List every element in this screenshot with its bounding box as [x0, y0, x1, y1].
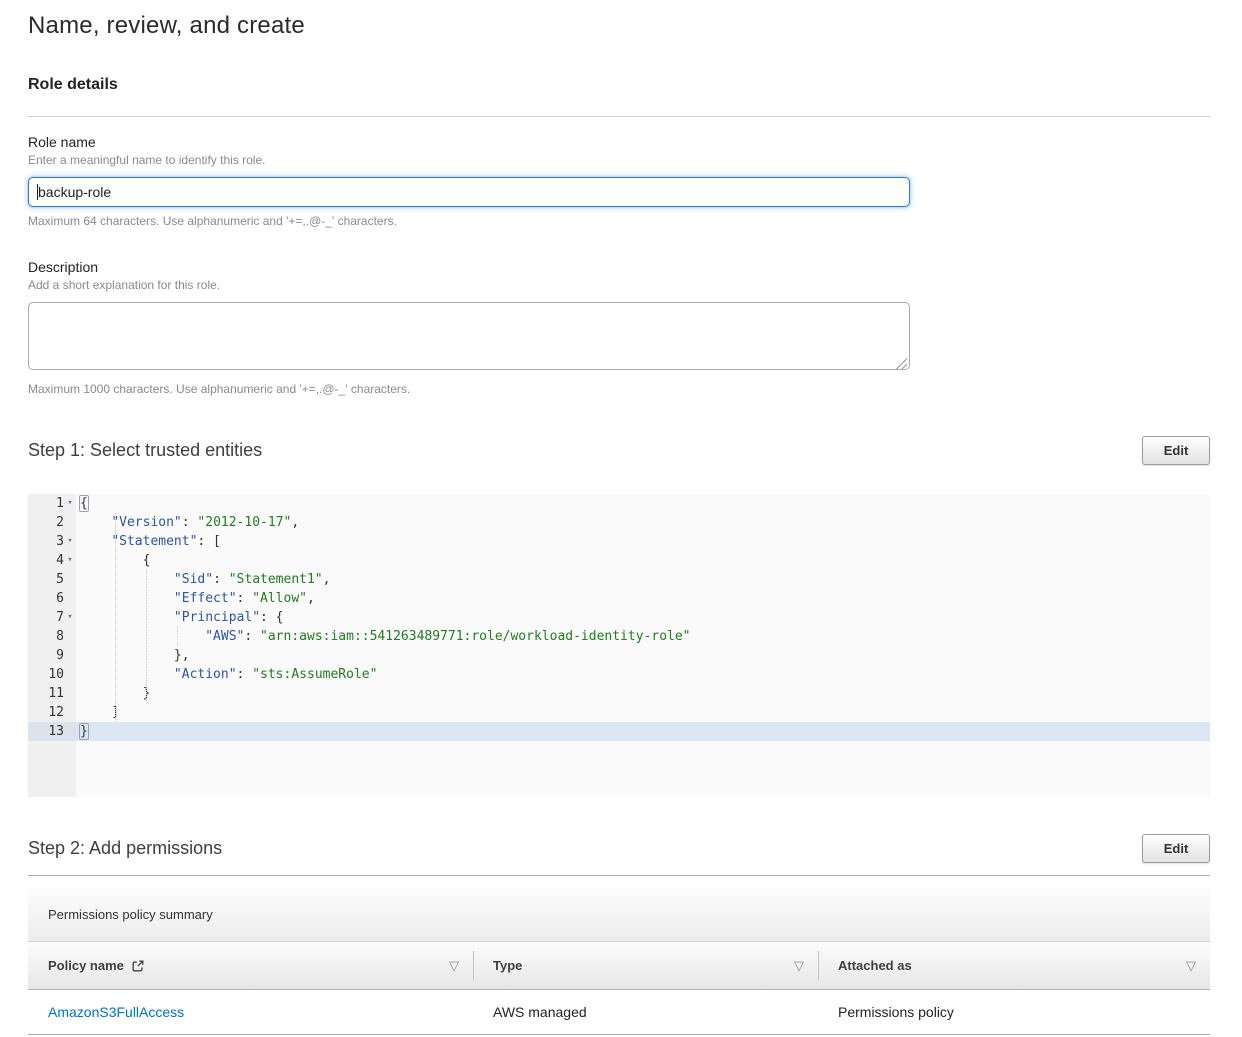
fold-icon[interactable]: ▾ [64, 551, 76, 570]
role-name-input[interactable] [28, 177, 910, 207]
code-line[interactable]: { [76, 551, 1210, 570]
step1-heading: Step 1: Select trusted entities [28, 440, 262, 461]
description-constraint: Maximum 1000 characters. Use alphanumeri… [28, 382, 1210, 396]
fold-spacer [64, 646, 76, 665]
gutter-line: 4▾ [28, 551, 76, 570]
step2-divider [28, 875, 1210, 876]
code-line[interactable]: } [76, 722, 1210, 741]
step1-edit-button[interactable]: Edit [1142, 436, 1210, 465]
code-line[interactable]: "Sid": "Statement1", [76, 570, 1210, 589]
gutter-line: 13 [28, 722, 76, 741]
code-line[interactable]: "Action": "sts:AssumeRole" [76, 665, 1210, 684]
code-line[interactable]: }, [76, 646, 1210, 665]
code-line[interactable]: "Effect": "Allow", [76, 589, 1210, 608]
fold-spacer [64, 722, 76, 741]
step2-heading: Step 2: Add permissions [28, 838, 222, 859]
step1-header-row: Step 1: Select trusted entities Edit [28, 436, 1210, 465]
permissions-policy-summary-title: Permissions policy summary [48, 907, 213, 922]
role-details-divider [28, 116, 1210, 117]
fold-icon[interactable]: ▾ [64, 494, 76, 513]
attached-as-column-label: Attached as [838, 958, 912, 973]
gutter-line: 2 [28, 513, 76, 532]
attached-as-filter-icon[interactable]: ▽ [1186, 959, 1196, 972]
description-field-group: Description Add a short explanation for … [28, 259, 1210, 396]
fold-spacer [64, 589, 76, 608]
policy-editor-gutter: 1▾23▾4▾567▾8910111213 [28, 494, 76, 797]
code-line[interactable]: "Principal": { [76, 608, 1210, 627]
fold-spacer [64, 627, 76, 646]
text-cursor [37, 184, 38, 200]
fold-spacer [64, 665, 76, 684]
policy-editor-code[interactable]: { "Version": "2012-10-17", "Statement": … [76, 494, 1210, 797]
name-review-create-page: Name, review, and create Role details Ro… [0, 0, 1242, 1035]
policy-name-column-label: Policy name [48, 958, 124, 973]
policy-type-cell: AWS managed [473, 1004, 818, 1020]
gutter-line: 12 [28, 703, 76, 722]
type-filter-icon[interactable]: ▽ [794, 959, 804, 972]
fold-icon[interactable]: ▾ [64, 608, 76, 627]
fold-spacer [64, 684, 76, 703]
fold-spacer [64, 703, 76, 722]
role-name-constraint: Maximum 64 characters. Use alphanumeric … [28, 214, 1210, 228]
role-details-heading: Role details [28, 76, 1210, 94]
gutter-line: 8 [28, 627, 76, 646]
attached-as-cell: Permissions policy [818, 1004, 1210, 1020]
description-label: Description [28, 259, 1210, 275]
fold-spacer [64, 513, 76, 532]
attached-as-column-header: Attached as ▽ [818, 942, 1210, 989]
code-line[interactable]: } [76, 684, 1210, 703]
type-column-header: Type ▽ [473, 942, 818, 989]
policy-name-link[interactable]: AmazonS3FullAccess [48, 1004, 184, 1020]
type-column-label: Type [493, 958, 522, 973]
description-help: Add a short explanation for this role. [28, 278, 1210, 292]
gutter-line: 1▾ [28, 494, 76, 513]
gutter-line: 5 [28, 570, 76, 589]
policy-table-body: AmazonS3FullAccess AWS managedPermissions… [28, 990, 1210, 1035]
step2-header-row: Step 2: Add permissions Edit [28, 834, 1210, 863]
policy-table-header: Policy name ▽ Type ▽ Attached as ▽ [28, 942, 1210, 990]
policy-table-row: AmazonS3FullAccess AWS managedPermissions… [28, 990, 1210, 1035]
code-line[interactable]: "Version": "2012-10-17", [76, 513, 1210, 532]
policy-name-column-header: Policy name ▽ [28, 942, 473, 989]
page-title: Name, review, and create [28, 12, 1210, 40]
trust-policy-editor[interactable]: 1▾23▾4▾567▾8910111213 { "Version": "2012… [28, 494, 1210, 797]
code-line[interactable]: "Statement": [ [76, 532, 1210, 551]
role-name-label: Role name [28, 134, 1210, 150]
gutter-line: 9 [28, 646, 76, 665]
role-name-field-group: Role name Enter a meaningful name to ide… [28, 134, 1210, 228]
indent-guide [115, 513, 116, 722]
gutter-line: 7▾ [28, 608, 76, 627]
permissions-policy-summary-bar: Permissions policy summary [28, 887, 1210, 942]
role-name-help: Enter a meaningful name to identify this… [28, 153, 1210, 167]
fold-spacer [64, 570, 76, 589]
gutter-line: 3▾ [28, 532, 76, 551]
code-line[interactable]: ] [76, 703, 1210, 722]
description-textarea[interactable] [28, 302, 910, 370]
external-link-icon [131, 959, 145, 973]
gutter-line: 6 [28, 589, 76, 608]
code-line[interactable]: "AWS": "arn:aws:iam::541263489771:role/w… [76, 627, 1210, 646]
textarea-resize-handle[interactable] [896, 358, 907, 369]
step2-edit-button[interactable]: Edit [1142, 834, 1210, 863]
policy-name-cell: AmazonS3FullAccess [28, 1004, 473, 1020]
code-line[interactable]: { [76, 494, 1210, 513]
fold-icon[interactable]: ▾ [64, 532, 76, 551]
indent-guide [177, 627, 178, 646]
gutter-line: 11 [28, 684, 76, 703]
policy-name-filter-icon[interactable]: ▽ [449, 959, 459, 972]
gutter-line: 10 [28, 665, 76, 684]
indent-guide [146, 570, 147, 703]
